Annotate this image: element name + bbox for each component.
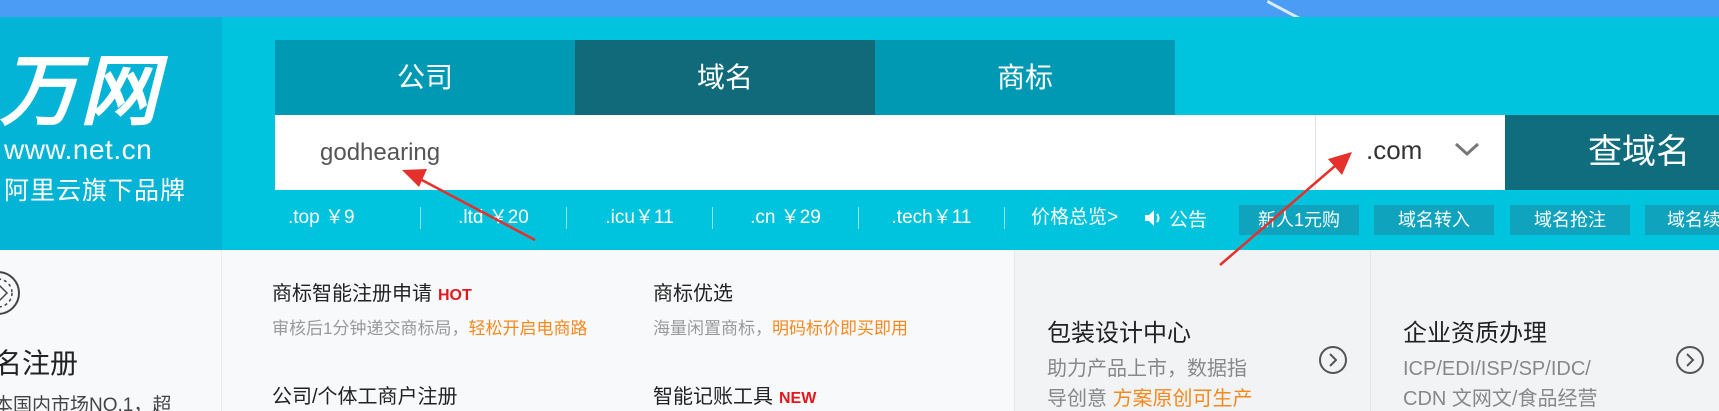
enterprise-qualification-card[interactable]: 企业资质办理 ICP/EDI/ISP/SP/IDC/ CDN 文网文/食品经营	[1370, 250, 1719, 411]
domain-search-input[interactable]	[275, 115, 1315, 190]
enterprise-qualification-title: 企业资质办理	[1403, 320, 1547, 347]
enterprise-desc-line: CDN 文网文/食品经营	[1403, 388, 1598, 410]
logo-url: www.net.cn	[4, 134, 153, 165]
tab-trademark[interactable]: 商标	[875, 40, 1175, 115]
circle-arrow-right-icon[interactable]	[1675, 345, 1705, 375]
service-desc: 海量闲置商标，	[653, 319, 772, 338]
service-trademark-select[interactable]: 商标优选 海量闲置商标，明码标价即买即用	[653, 277, 908, 339]
search-banner: 万网 www.net.cn 阿里云旗下品牌 公司 域名 商标 .com 查域名 …	[0, 17, 1719, 250]
notice-link[interactable]: 公告	[1143, 203, 1207, 233]
seal-icon	[0, 271, 20, 315]
new-badge: NEW	[779, 390, 817, 407]
price-overview-link[interactable]: 价格总览>	[1005, 207, 1145, 229]
domain-registration-desc: 本国内市场NO.1，超	[0, 395, 172, 411]
packaging-desc-line: 导创意	[1047, 388, 1113, 410]
service-highlight: 明码标价即买即用	[772, 319, 908, 338]
service-trademark-registration[interactable]: 商标智能注册申请 HOT 审核后1分钟递交商标局，轻松开启电商路	[272, 277, 587, 339]
packaging-design-desc: 助力产品上市，数据指 导创意 方案原创可生产	[1047, 354, 1253, 411]
chevron-down-icon	[1454, 142, 1480, 157]
service-title: 智能记账工具	[653, 386, 773, 408]
circle-arrow-right-icon[interactable]	[1318, 345, 1348, 375]
logo-slogan: 阿里云旗下品牌	[4, 177, 187, 205]
service-title: 商标优选	[653, 283, 733, 305]
packaging-desc-highlight: 方案原创可生产	[1112, 388, 1253, 410]
quick-link-transfer[interactable]: 域名转入	[1374, 205, 1494, 235]
notice-label: 公告	[1169, 209, 1208, 231]
service-company-registration[interactable]: 公司/个体工商户注册	[272, 380, 458, 409]
domain-registration-card[interactable]: 名注册 本国内市场NO.1，超	[0, 250, 222, 411]
tab-company[interactable]: 公司	[275, 40, 575, 115]
domain-search-bar: .com 查域名	[275, 115, 1719, 190]
service-bookkeeping-tool[interactable]: 智能记账工具 NEW	[653, 380, 816, 409]
packaging-design-title: 包装设计中心	[1047, 320, 1191, 347]
price-list: .top ￥9 .ltd ￥20 .icu￥11 .cn ￥29 .tech￥1…	[275, 203, 1145, 233]
quick-link-newcomer[interactable]: 新人1元购	[1239, 205, 1359, 235]
price-item-tech[interactable]: .tech￥11	[859, 207, 1005, 229]
enterprise-desc-line: ICP/EDI/ISP/SP/IDC/	[1403, 358, 1591, 380]
price-item-icu[interactable]: .icu￥11	[567, 207, 713, 229]
hot-badge: HOT	[438, 287, 472, 304]
search-domain-button[interactable]: 查域名	[1505, 115, 1719, 190]
service-title: 公司/个体工商户注册	[272, 386, 458, 408]
enterprise-qualification-desc: ICP/EDI/ISP/SP/IDC/ CDN 文网文/食品经营	[1403, 354, 1597, 411]
top-strip	[0, 0, 1719, 26]
selected-suffix: .com	[1366, 135, 1423, 165]
service-desc: 审核后1分钟递交商标局，	[272, 319, 469, 338]
domain-registration-title: 名注册	[0, 348, 79, 379]
price-item-ltd[interactable]: .ltd ￥20	[421, 207, 567, 229]
quick-link-backorder[interactable]: 域名抢注	[1510, 205, 1630, 235]
logo-wordmark: 万网	[0, 47, 161, 137]
price-item-top[interactable]: .top ￥9	[275, 207, 421, 229]
packaging-design-card[interactable]: 包装设计中心 助力产品上市，数据指 导创意 方案原创可生产	[1014, 250, 1370, 411]
price-item-cn[interactable]: .cn ￥29	[713, 207, 859, 229]
tab-domain[interactable]: 域名	[575, 40, 875, 115]
quick-link-renew[interactable]: 域名续	[1645, 205, 1719, 235]
packaging-desc-line: 助力产品上市，数据指	[1047, 358, 1247, 380]
service-title: 商标智能注册申请	[272, 283, 432, 305]
brand-logo[interactable]: 万网 www.net.cn 阿里云旗下品牌	[0, 17, 222, 250]
service-highlight: 轻松开启电商路	[468, 319, 588, 338]
product-section: 名注册 本国内市场NO.1，超 商标智能注册申请 HOT 审核后1分钟递交商标局，…	[0, 250, 1719, 411]
domain-suffix-select[interactable]: .com	[1315, 115, 1505, 190]
search-tabs: 公司 域名 商标	[275, 40, 1175, 115]
speaker-icon	[1145, 210, 1160, 226]
